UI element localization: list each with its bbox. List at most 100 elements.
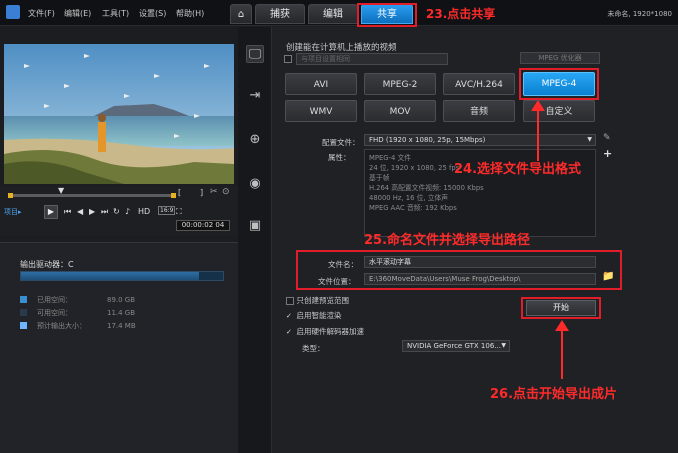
crop-icon[interactable]: ⛶ <box>176 207 182 217</box>
tab-home[interactable]: ⌂ <box>230 4 252 24</box>
mpeg-optimizer-button[interactable]: MPEG 优化器 <box>520 52 600 64</box>
start-button[interactable]: 开始 <box>526 300 596 316</box>
legend-value: 89.0 GB <box>107 295 136 304</box>
location-input[interactable]: E:\360MoveData\Users\Muse Frog\Desktop\ <box>364 273 596 285</box>
format-mov[interactable]: MOV <box>364 100 436 122</box>
option-label: 只创建预览范围 <box>296 296 350 305</box>
playhead-icon[interactable]: ▼ <box>58 186 64 195</box>
menu-edit[interactable]: 编辑(E) <box>64 8 91 19</box>
next-frame-icon[interactable]: ▶ <box>89 207 95 216</box>
top-menu-bar: 文件(F) 编辑(E) 工具(T) 设置(S) 帮助(H) ⌂ 捕获 编辑 共享… <box>0 0 678 27</box>
mark-in-icon[interactable]: [ <box>178 188 181 197</box>
split-clip-icon[interactable]: ✂ <box>210 187 218 197</box>
legend-value: 17.4 MB <box>107 321 136 330</box>
play-button[interactable]: ▶ <box>44 205 58 219</box>
hd-toggle[interactable]: HD <box>138 207 150 216</box>
menu-settings[interactable]: 设置(S) <box>139 8 166 19</box>
option-preview-range[interactable]: 只创建预览范围 <box>286 295 349 306</box>
profile-dropdown[interactable]: FHD (1920 x 1080, 25p, 15Mbps) ▼ <box>364 134 596 146</box>
tab-capture[interactable]: 捕获 <box>255 4 305 24</box>
aspect-ratio-toggle[interactable]: 16:9 <box>158 206 176 215</box>
chevron-down-icon: ▼ <box>587 136 592 143</box>
legend-label: 预计输出大小： <box>37 321 86 330</box>
folder-browse-icon[interactable]: 📁 <box>602 271 614 282</box>
trim-in-marker[interactable] <box>8 193 13 198</box>
chevron-down-icon: ▼ <box>501 342 506 349</box>
drive-legend: 已用空间： 89.0 GB 可用空间： 11.4 GB 预计输出大小： 17.4… <box>20 293 220 332</box>
same-as-project-dropdown[interactable]: 与项目设置相同 <box>296 53 448 65</box>
legend-label: 可用空间： <box>37 308 72 317</box>
location-label: 文件位置： <box>318 277 356 286</box>
disc-icon[interactable]: ◉ <box>246 175 264 193</box>
player-controls: ▼ [ ] ✂ ⊙ 项目▸ ▶ ⏮ ◀ ▶ ⏭ ↻ ♪ HD 16:9 ⛶ 00… <box>0 186 238 236</box>
3d-icon[interactable]: ▣ <box>246 217 264 235</box>
property-line: 48000 Hz, 16 位, 立体声 <box>369 194 449 202</box>
computer-icon[interactable]: 🖵 <box>246 45 264 63</box>
same-as-project-checkbox[interactable] <box>284 55 292 63</box>
format-audio[interactable]: 音频 <box>443 100 515 122</box>
option-smart-render[interactable]: ✓ 启用智能渲染 <box>286 310 342 321</box>
video-preview <box>4 44 234 184</box>
annotation-arrow-up <box>531 100 545 161</box>
app-logo-icon <box>6 5 20 19</box>
legend-estimated: 预计输出大小： 17.4 MB <box>20 319 220 332</box>
option-hw-decoder[interactable]: ✓ 启用硬件解码器加速 <box>286 326 364 337</box>
repeat-icon[interactable]: ↻ <box>113 207 120 216</box>
timecode-display[interactable]: 00:00:02 04 <box>176 220 230 231</box>
filename-input[interactable]: 水平滚动字幕 <box>364 256 596 268</box>
profile-value: FHD (1920 x 1080, 25p, 15Mbps) <box>369 136 486 144</box>
annotation-step26: 26.点击开始导出成片 <box>490 387 618 402</box>
trim-out-marker[interactable] <box>171 193 176 198</box>
share-category-sidebar: 🖵 ⇥ ⊕ ◉ ▣ <box>238 27 272 453</box>
project-mode-label[interactable]: 项目▸ <box>4 207 22 217</box>
output-drive-panel: 输出驱动器：C 已用空间： 89.0 GB 可用空间： 11.4 GB 预计输出… <box>0 242 238 453</box>
add-profile-icon[interactable]: + <box>603 147 612 160</box>
scrubber-track[interactable] <box>8 194 176 197</box>
properties-label: 属性： <box>328 153 351 162</box>
checkmark-icon[interactable]: ✓ <box>286 312 294 320</box>
filename-label: 文件名： <box>328 260 358 269</box>
format-mpeg2[interactable]: MPEG-2 <box>364 73 436 95</box>
device-export-icon[interactable]: ⇥ <box>246 87 264 105</box>
property-line: H.264 高配置文件视频: 15000 Kbps <box>369 184 484 192</box>
option-label: 启用硬件解码器加速 <box>296 327 365 336</box>
preview-image <box>4 44 234 184</box>
annotation-box-format <box>519 68 599 100</box>
legend-swatch <box>20 322 27 329</box>
previous-frame-icon[interactable]: ◀ <box>77 207 83 216</box>
type-dropdown[interactable]: NVIDIA GeForce GTX 106... ▼ <box>402 340 510 352</box>
annotation-arrow-start <box>555 320 569 379</box>
option-label: 启用智能渲染 <box>296 311 342 320</box>
annotation-box-share <box>357 3 417 27</box>
edit-profile-icon[interactable]: ✎ <box>603 133 611 143</box>
type-value: NVIDIA GeForce GTX 106... <box>407 342 501 350</box>
tab-edit[interactable]: 编辑 <box>308 4 358 24</box>
web-globe-icon[interactable]: ⊕ <box>246 131 264 149</box>
annotation-step25: 25.命名文件并选择导出路径 <box>364 233 531 248</box>
menu-help[interactable]: 帮助(H) <box>176 8 204 19</box>
drive-label: 输出驱动器：C <box>20 260 74 269</box>
legend-swatch <box>20 309 27 316</box>
checkmark-icon[interactable]: ✓ <box>286 328 294 336</box>
share-main-panel: 创建能在计算机上播放的视频 与项目设置相同 MPEG 优化器 AVI MPEG-… <box>272 27 678 453</box>
menu-file[interactable]: 文件(F) <box>28 8 55 19</box>
drive-usage-bar <box>20 271 224 281</box>
legend-value: 11.4 GB <box>107 308 136 317</box>
annotation-step23: 23.点击共享 <box>426 7 496 21</box>
legend-free: 可用空间： 11.4 GB <box>20 306 220 319</box>
snapshot-icon[interactable]: ⊙ <box>222 187 230 197</box>
menu-tools[interactable]: 工具(T) <box>102 8 129 19</box>
checkbox[interactable] <box>286 296 294 305</box>
home-icon: ⌂ <box>237 9 245 20</box>
mark-out-icon[interactable]: ] <box>200 188 203 197</box>
project-info: 未命名, 1920*1080 <box>607 10 672 18</box>
format-wmv[interactable]: WMV <box>285 100 357 122</box>
volume-icon[interactable]: ♪ <box>125 207 130 216</box>
legend-used: 已用空间： 89.0 GB <box>20 293 220 306</box>
go-start-icon[interactable]: ⏮ <box>64 207 71 217</box>
property-line: MPEG AAC 音频: 192 Kbps <box>369 204 457 212</box>
format-avc-h264[interactable]: AVC/H.264 <box>443 73 515 95</box>
format-avi[interactable]: AVI <box>285 73 357 95</box>
share-heading: 创建能在计算机上播放的视频 <box>286 43 397 53</box>
go-end-icon[interactable]: ⏭ <box>101 207 108 217</box>
